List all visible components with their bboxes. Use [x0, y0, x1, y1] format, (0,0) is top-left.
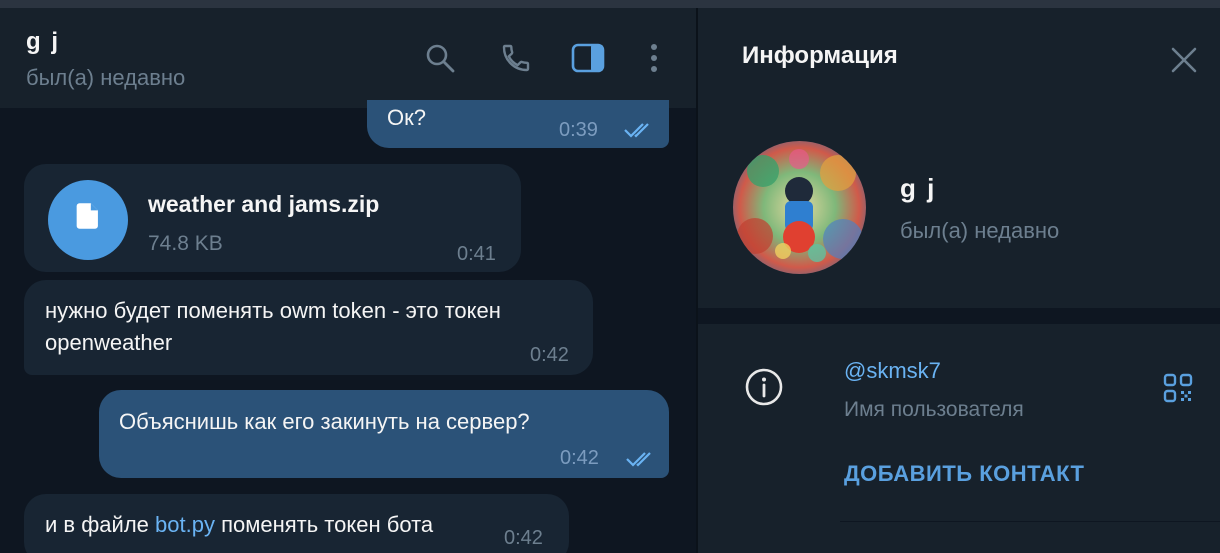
message-text: нужно будет поменять owm token - это ток… — [45, 298, 501, 323]
add-contact-button[interactable]: ДОБАВИТЬ КОНТАКТ — [844, 461, 1085, 487]
file-icon — [71, 199, 105, 242]
message-text-part: поменять токен бота — [214, 512, 434, 537]
message-time: 0:42 — [504, 527, 543, 549]
username[interactable]: @skmsk7 — [844, 358, 941, 384]
chat-title[interactable]: g j — [26, 28, 60, 56]
file-size: 74.8 KB — [148, 232, 223, 255]
double-check-icon — [623, 116, 657, 148]
file-name[interactable]: weather and jams.zip — [148, 188, 379, 220]
sidebar-toggle-icon[interactable] — [568, 38, 608, 78]
message-outgoing[interactable]: Ок? 0:39 — [367, 100, 669, 148]
info-title: Информация — [742, 42, 898, 69]
double-check-icon — [625, 445, 659, 477]
chat-status: был(а) недавно — [26, 65, 186, 90]
username-label: Имя пользователя — [844, 398, 1024, 421]
avatar[interactable] — [733, 141, 866, 274]
chat-header: g j был(а) недавно — [0, 8, 696, 108]
section-divider — [698, 308, 1220, 324]
message-text: Ок? — [387, 105, 426, 130]
profile-name: g j — [900, 173, 937, 203]
message-link[interactable]: bot.py — [155, 512, 215, 537]
message-text-part: и в файле — [45, 512, 156, 537]
file-download-button[interactable] — [48, 180, 128, 260]
message-time: 0:39 — [559, 119, 598, 141]
message-time: 0:42 — [530, 344, 569, 366]
message-time: 0:42 — [560, 447, 599, 469]
qr-code-icon[interactable] — [1162, 372, 1194, 404]
message-file[interactable]: weather and jams.zip 74.8 KB 0:41 — [24, 164, 521, 272]
phone-icon[interactable] — [496, 38, 536, 78]
profile-status: был(а) недавно — [900, 218, 1060, 243]
divider-line — [840, 521, 1220, 522]
message-outgoing[interactable]: Объяснишь как его закинуть на сервер? 0:… — [99, 390, 669, 478]
message-time: 0:41 — [457, 243, 496, 265]
close-icon[interactable] — [1168, 44, 1200, 76]
message-text: Объяснишь как его закинуть на сервер? — [119, 409, 530, 434]
window-top-strip — [0, 0, 1220, 8]
search-icon[interactable] — [420, 38, 460, 78]
message-text: openweather — [45, 330, 173, 355]
info-icon — [744, 367, 784, 407]
message-incoming[interactable]: нужно будет поменять owm token - это ток… — [24, 280, 593, 375]
info-panel: Информация g j был(а) недавно @skmsk7 Им… — [698, 8, 1220, 553]
message-incoming[interactable]: и в файле bot.py поменять токен бота 0:4… — [24, 494, 569, 553]
message-text: и в файле bot.py поменять токен бота — [45, 509, 433, 541]
more-vertical-icon[interactable] — [634, 38, 674, 78]
